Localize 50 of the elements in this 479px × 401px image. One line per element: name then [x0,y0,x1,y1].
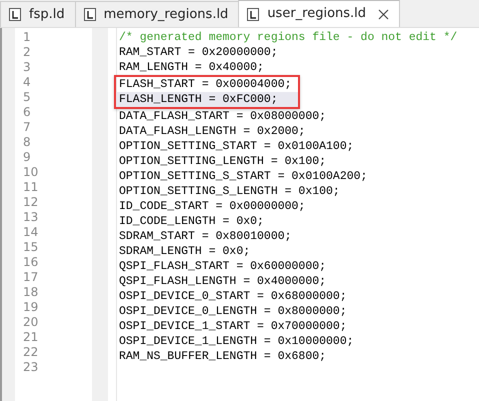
code-line: DATA_FLASH_LENGTH = 0x2000; [118,124,306,139]
file-icon [247,8,260,20]
code-line: RAM_NS_BUFFER_LENGTH = 0x6800; [118,349,328,364]
line-number: 10 [22,165,40,180]
code-line: SDRAM_START = 0x80010000; [118,229,293,244]
line-number: 5 [22,90,32,105]
file-tab[interactable]: user_regions.ld [238,0,400,27]
line-number: 4 [22,75,32,90]
line-number: 23 [22,360,40,375]
file-icon [84,8,96,21]
line-number: 13 [22,210,40,225]
code-line: SDRAM_LENGTH = 0x0; [118,244,252,259]
code-line: QSPI_FLASH_LENGTH = 0x4000000; [118,274,328,289]
code-line: ID_CODE_LENGTH = 0x0; [118,214,265,229]
code-line: OSPI_DEVICE_0_LENGTH = 0x8000000; [118,304,348,319]
file-tab[interactable]: fsp.ld [0,1,76,27]
code-line: OSPI_DEVICE_1_LENGTH = 0x10000000; [118,334,355,349]
line-number: 19 [22,300,40,315]
line-number: 8 [22,135,32,150]
line-number: 3 [22,60,32,75]
line-number: 16 [22,255,40,270]
line-number: 9 [22,150,32,165]
code-line: OPTION_SETTING_S_START = 0x0100A200; [118,169,368,184]
line-number: 1 [22,30,32,45]
code-line: OPTION_SETTING_LENGTH = 0x100; [118,154,328,169]
code-line: DATA_FLASH_START = 0x08000000; [118,109,328,124]
line-number: 12 [22,195,40,210]
line-number: 7 [22,120,32,135]
line-number: 15 [22,240,40,255]
code-comment: /* generated memory regions file - do not edit */ [118,30,458,45]
code-line: ID_CODE_START = 0x00000000; [118,199,306,214]
code-line: FLASH_START = 0x00004000; [118,77,293,92]
line-number: 14 [22,225,40,240]
line-number: 22 [22,345,40,360]
line-number: 17 [22,270,40,285]
line-number: 18 [22,285,40,300]
line-number: 20 [22,315,40,330]
file-icon [9,8,21,21]
code-line: OPTION_SETTING_START = 0x0100A100; [118,139,355,154]
code-line: QSPI_FLASH_START = 0x60000000; [118,259,328,274]
code-line: OSPI_DEVICE_1_START = 0x70000000; [118,319,348,334]
line-number: 6 [22,105,32,120]
code-line: RAM_START = 0x20000000; [118,45,279,60]
code-line: OPTION_SETTING_S_LENGTH = 0x100; [118,184,341,199]
code-line: RAM_LENGTH = 0x40000; [118,60,265,75]
code-line: OSPI_DEVICE_0_START = 0x68000000; [118,289,348,304]
line-number: 11 [22,180,40,195]
line-number: 2 [22,45,32,60]
line-number: 21 [22,330,40,345]
close-icon[interactable] [378,8,390,20]
